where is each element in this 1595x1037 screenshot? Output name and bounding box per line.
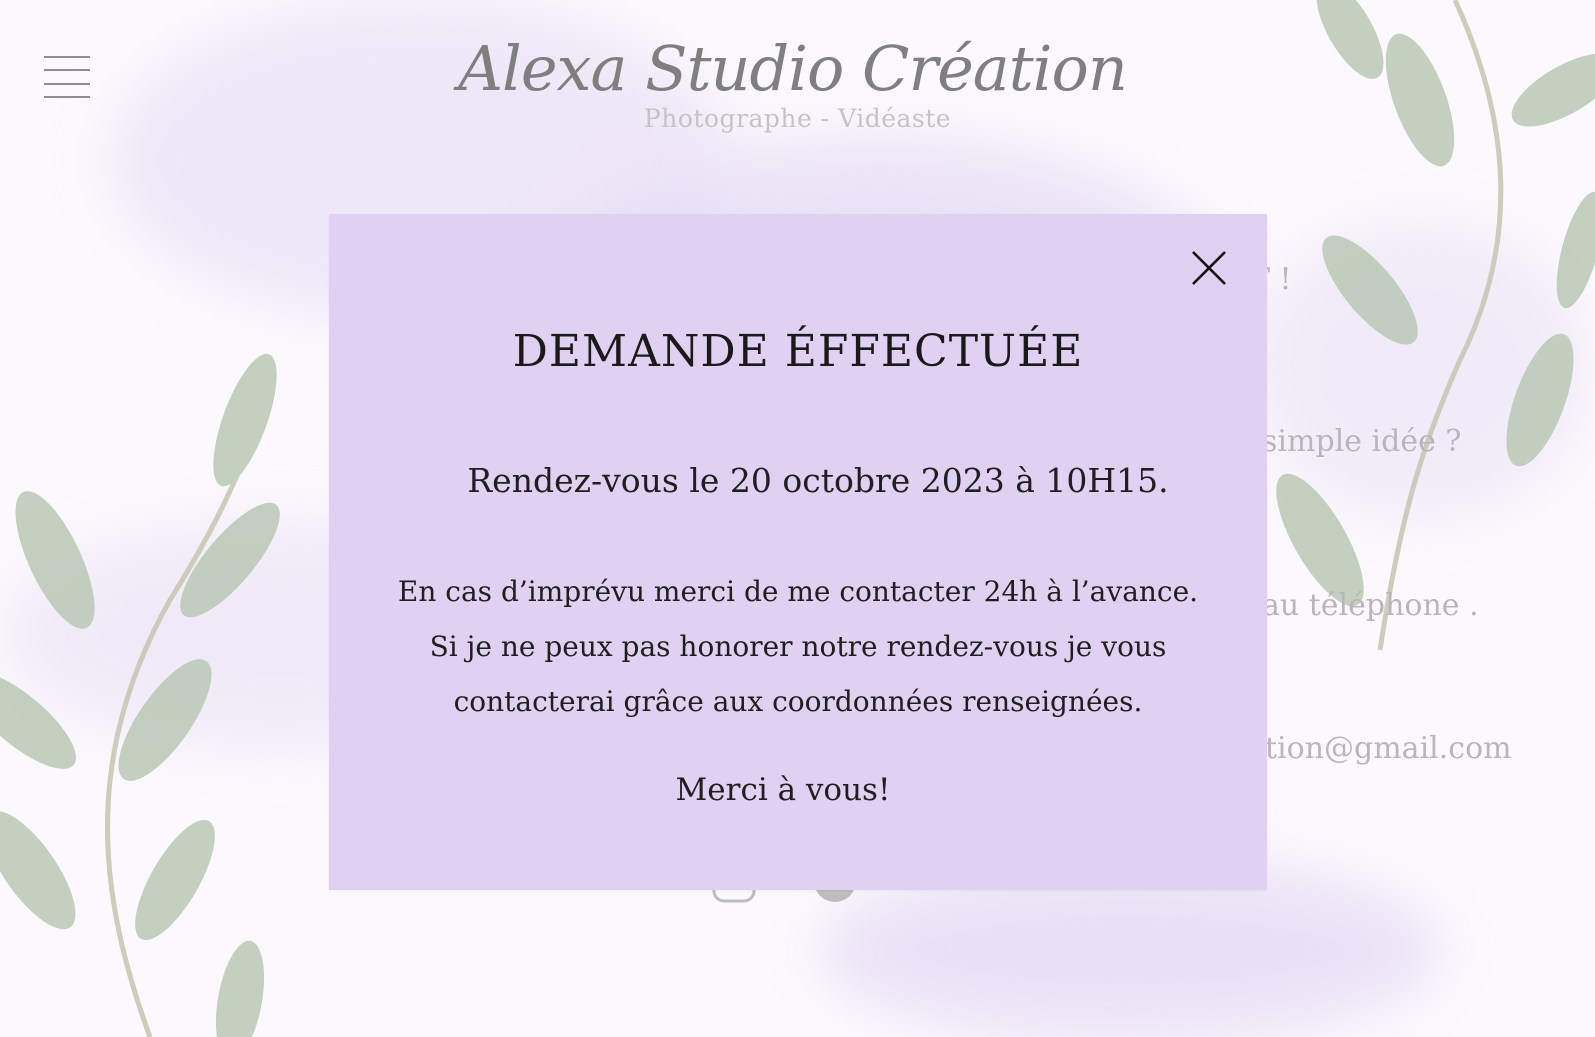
message-line: En cas d’imprévu merci de me contacter 2… xyxy=(397,575,1199,608)
background-text-fragment: au téléphone . xyxy=(1262,588,1479,623)
brand-header: Alexa Studio Création Photographe - Vidé… xyxy=(0,38,1595,134)
brand-title[interactable]: Alexa Studio Création xyxy=(0,38,1595,100)
email-link-fragment[interactable]: tion@gmail.com xyxy=(1265,731,1512,766)
message-line: Si je ne peux pas honorer notre rendez-v… xyxy=(429,630,1167,663)
close-icon[interactable] xyxy=(1191,250,1227,286)
appointment-date: Rendez-vous le 20 octobre 2023 à 10H15. xyxy=(467,461,1169,500)
background-text-fragment: simple idée ? xyxy=(1262,424,1462,459)
message-line: contacterai grâce aux coordonnées rensei… xyxy=(453,685,1143,718)
brand-subtitle: Photographe - Vidéaste xyxy=(643,104,952,133)
dialog-message: En cas d’imprévu merci de me contacter 2… xyxy=(389,564,1207,729)
thanks-message: Merci à vous! xyxy=(675,772,891,808)
dialog-title: DEMANDE ÉFFECTUÉE xyxy=(512,326,1084,377)
confirmation-dialog: DEMANDE ÉFFECTUÉE Rendez-vous le 20 octo… xyxy=(329,214,1267,890)
